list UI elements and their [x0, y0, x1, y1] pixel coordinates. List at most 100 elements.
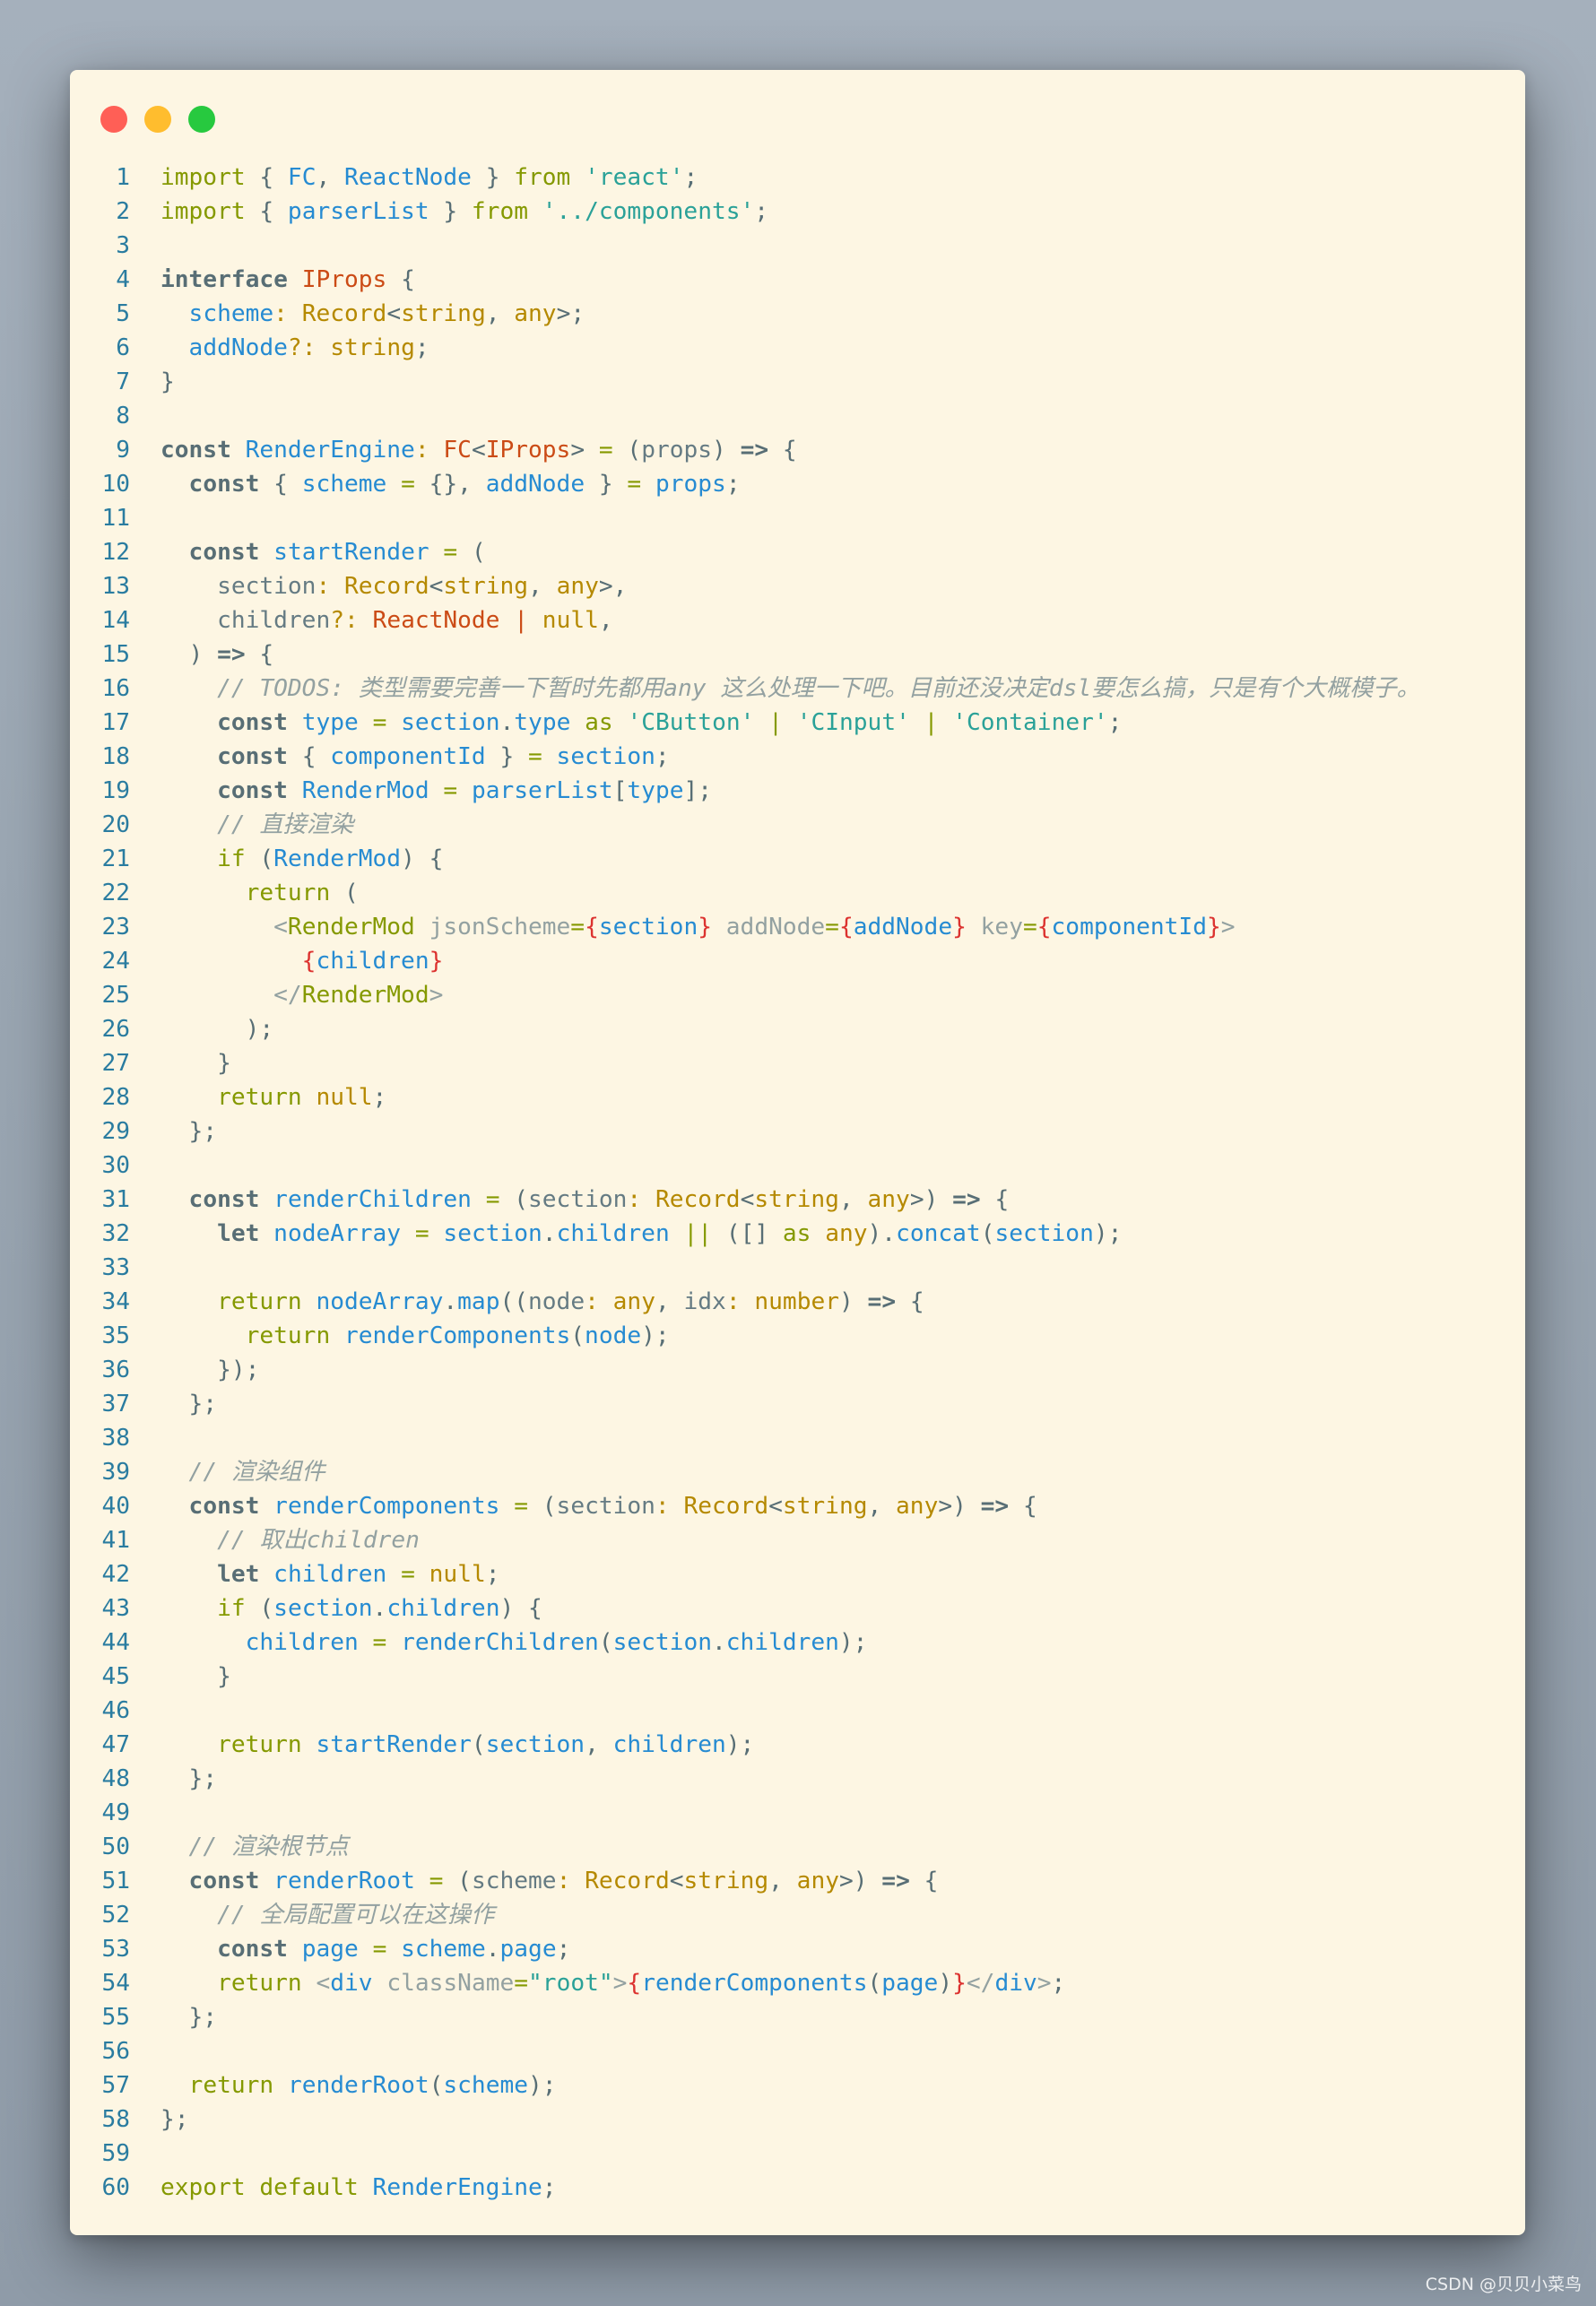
- code-text: });: [160, 1353, 259, 1387]
- code-token: ([]: [712, 1220, 783, 1247]
- code-line: 48 };: [70, 1762, 1525, 1796]
- code-text: children = renderChildren(section.childr…: [160, 1625, 868, 1660]
- code-token: ,: [485, 300, 515, 327]
- code-token: as: [585, 709, 613, 736]
- code-token: any: [896, 1493, 939, 1520]
- code-token: <: [471, 437, 486, 464]
- code-token: |: [768, 709, 783, 736]
- code-token: null: [316, 1084, 373, 1111]
- code-token: startRender: [273, 539, 429, 566]
- code-window: 1 import { FC, ReactNode } from 'react'; 2…: [70, 70, 1525, 2235]
- code-token: =: [372, 1629, 387, 1656]
- code-token: ReactNode: [372, 607, 500, 634]
- line-number: 53: [101, 1936, 130, 1963]
- line-number: 2: [116, 198, 130, 225]
- code-token: scheme: [471, 1868, 557, 1894]
- code-token: any: [556, 573, 599, 600]
- code-token: section: [217, 573, 317, 600]
- line-number: 39: [101, 1459, 130, 1486]
- code-token: node: [528, 1288, 585, 1315]
- code-token: =: [443, 777, 458, 804]
- close-window-button[interactable]: [100, 106, 127, 133]
- code-token: (: [457, 539, 486, 566]
- code-token: type: [301, 709, 359, 736]
- code-token: ,: [655, 1288, 684, 1315]
- code-line: 51 const renderRoot = (scheme: Record<st…: [70, 1864, 1525, 1898]
- window-titlebar: [100, 106, 232, 133]
- code-token: RenderMod: [273, 845, 402, 872]
- code-token: section: [485, 1731, 585, 1758]
- code-token: }: [429, 198, 472, 225]
- code-token: }: [585, 471, 628, 498]
- code-token: });: [160, 1357, 260, 1383]
- code-line: 42 let children = null;: [70, 1557, 1525, 1591]
- code-token: (: [245, 1595, 274, 1622]
- code-token: <: [273, 914, 288, 941]
- line-number: 13: [101, 573, 130, 600]
- code-token: string: [443, 573, 529, 600]
- line-number: 11: [101, 505, 130, 532]
- line-number: 40: [101, 1493, 130, 1520]
- code-token: ;: [542, 2174, 557, 2201]
- code-token: >: [612, 1970, 628, 1997]
- code-token: concat: [896, 1220, 981, 1247]
- code-text: <RenderMod jsonScheme={section} addNode=…: [160, 910, 1235, 944]
- code-token: // 取出children: [217, 1527, 420, 1554]
- code-line: 43 if (section.children) {: [70, 1591, 1525, 1625]
- minimize-window-button[interactable]: [144, 106, 171, 133]
- line-number: 18: [101, 743, 130, 770]
- code-line: 8: [70, 399, 1525, 433]
- code-token: :: [414, 437, 429, 464]
- code-token: const: [188, 1186, 260, 1213]
- code-token: |: [924, 709, 939, 736]
- code-token: ,: [528, 573, 557, 600]
- code-token: =: [598, 437, 613, 464]
- line-number: 30: [101, 1152, 130, 1179]
- code-token: number: [754, 1288, 839, 1315]
- code-token: ) {: [499, 1595, 542, 1622]
- code-line: 21 if (RenderMod) {: [70, 842, 1525, 876]
- code-token: ];: [683, 777, 713, 804]
- code-token: componentId: [330, 743, 486, 770]
- code-token: ): [938, 1970, 953, 1997]
- code-text: scheme: Record<string, any>;: [160, 297, 585, 331]
- code-token: children: [316, 948, 429, 975]
- code-text: interface IProps {: [160, 263, 415, 297]
- maximize-window-button[interactable]: [188, 106, 215, 133]
- code-token: ReactNode: [344, 164, 472, 191]
- code-token: .: [485, 1936, 500, 1963]
- code-line: 12 const startRender = (: [70, 535, 1525, 569]
- code-token: const: [217, 777, 288, 804]
- line-number: 26: [101, 1016, 130, 1043]
- code-token: );: [528, 2072, 557, 2099]
- code-line: 34 return nodeArray.map((node: any, idx:…: [70, 1285, 1525, 1319]
- code-token: return: [188, 2072, 274, 2099]
- code-token: RenderMod: [287, 914, 415, 941]
- code-token: section: [273, 1595, 373, 1622]
- code-token: 'Container': [952, 709, 1108, 736]
- code-token: type: [627, 777, 684, 804]
- code-token: ,: [598, 607, 613, 634]
- code-line: 16 // TODOS: 类型需要完善一下暂时先都用any 这么处理一下吧。目前…: [70, 672, 1525, 706]
- code-token: }: [429, 948, 444, 975]
- code-token: nodeArray: [273, 1220, 402, 1247]
- line-number: 28: [101, 1084, 130, 1111]
- code-token: =>: [217, 641, 246, 668]
